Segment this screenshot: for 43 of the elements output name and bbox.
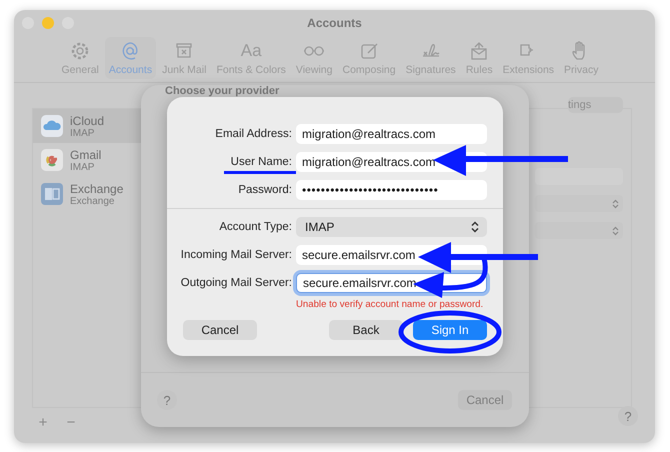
at-sign-icon bbox=[120, 41, 140, 61]
field-label: User Name: bbox=[230, 156, 292, 168]
account-type: IMAP bbox=[70, 128, 96, 138]
chevron-icon bbox=[471, 221, 479, 233]
chevron-icon bbox=[612, 198, 619, 208]
field-label: Email Address: bbox=[214, 128, 292, 140]
help-button[interactable]: ? bbox=[157, 390, 177, 410]
field-label: Account Type: bbox=[218, 221, 292, 233]
gear-icon bbox=[70, 41, 90, 61]
popup-menu[interactable] bbox=[535, 222, 623, 239]
help-button[interactable]: ? bbox=[618, 406, 638, 426]
pencil-square-icon bbox=[359, 41, 380, 61]
remove-button[interactable]: − bbox=[60, 413, 82, 431]
account-item[interactable]: Gmail IMAP bbox=[33, 143, 141, 177]
window-title: Accounts bbox=[307, 16, 362, 30]
toolbar-tab[interactable]: Accounts bbox=[104, 37, 156, 79]
account-name: Gmail bbox=[70, 148, 102, 162]
back-button[interactable]: Back bbox=[329, 320, 403, 340]
cancel-button[interactable]: Cancel bbox=[458, 390, 512, 410]
error-message: Unable to verify account name or password. bbox=[296, 299, 484, 310]
account-type-select[interactable]: IMAP bbox=[296, 217, 487, 237]
add-button[interactable]: + bbox=[32, 413, 54, 431]
field-label: Incoming Mail Server: bbox=[180, 249, 292, 261]
sign-in-button[interactable]: Sign In bbox=[413, 320, 487, 340]
annotation-underline bbox=[224, 171, 296, 174]
account-type: IMAP bbox=[70, 162, 96, 172]
account-name: iCloud bbox=[70, 114, 104, 128]
cloud-icon bbox=[41, 115, 63, 137]
password-field[interactable]: ••••••••••••••••••••••••••••• bbox=[296, 180, 487, 200]
account-item[interactable]: iCloud IMAP bbox=[33, 109, 141, 143]
account-name: Exchange bbox=[70, 182, 124, 196]
window-controls[interactable] bbox=[22, 17, 74, 29]
sheet-heading: Choose your provider bbox=[165, 85, 280, 97]
exchange-icon bbox=[41, 183, 63, 205]
field-label: Password: bbox=[237, 184, 292, 196]
chevron-icon bbox=[612, 226, 619, 236]
field-label: Outgoing Mail Server: bbox=[180, 277, 292, 289]
account-item[interactable]: Exchange Exchange bbox=[33, 177, 141, 211]
cancel-button[interactable]: Cancel bbox=[183, 320, 257, 340]
input-field[interactable]: migration@realtracs.com bbox=[296, 124, 487, 144]
account-type: Exchange bbox=[70, 196, 115, 206]
popup-menu[interactable] bbox=[535, 195, 623, 212]
envelope-icon bbox=[469, 41, 490, 61]
